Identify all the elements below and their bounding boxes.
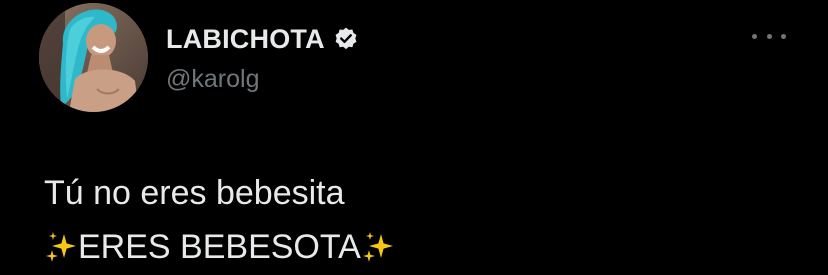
author-info: LABICHOTA @karolg bbox=[166, 22, 359, 94]
sparkles-icon bbox=[44, 230, 78, 264]
avatar-photo-icon bbox=[39, 3, 148, 112]
sparkles-icon bbox=[361, 230, 395, 264]
author-handle[interactable]: @karolg bbox=[166, 65, 359, 94]
more-dot bbox=[781, 33, 786, 39]
more-options-icon[interactable] bbox=[752, 27, 786, 45]
author-avatar[interactable] bbox=[39, 3, 148, 112]
tweet-line-1: Tú no eres bebesita bbox=[44, 174, 345, 212]
tweet-line-2: ERES BEBESOTA bbox=[44, 220, 395, 274]
author-display-name[interactable]: LABICHOTA bbox=[166, 24, 325, 55]
author-name-row: LABICHOTA bbox=[166, 22, 359, 56]
tweet-card: LABICHOTA @karolg Tú no eres bebesita ER… bbox=[0, 0, 828, 275]
more-dot bbox=[752, 33, 757, 39]
more-dot bbox=[766, 33, 772, 39]
tweet-text: Tú no eres bebesita ERES BEBESOTA bbox=[44, 166, 395, 274]
verified-badge-icon bbox=[333, 26, 359, 52]
tweet-line-2-text: ERES BEBESOTA bbox=[78, 228, 361, 266]
